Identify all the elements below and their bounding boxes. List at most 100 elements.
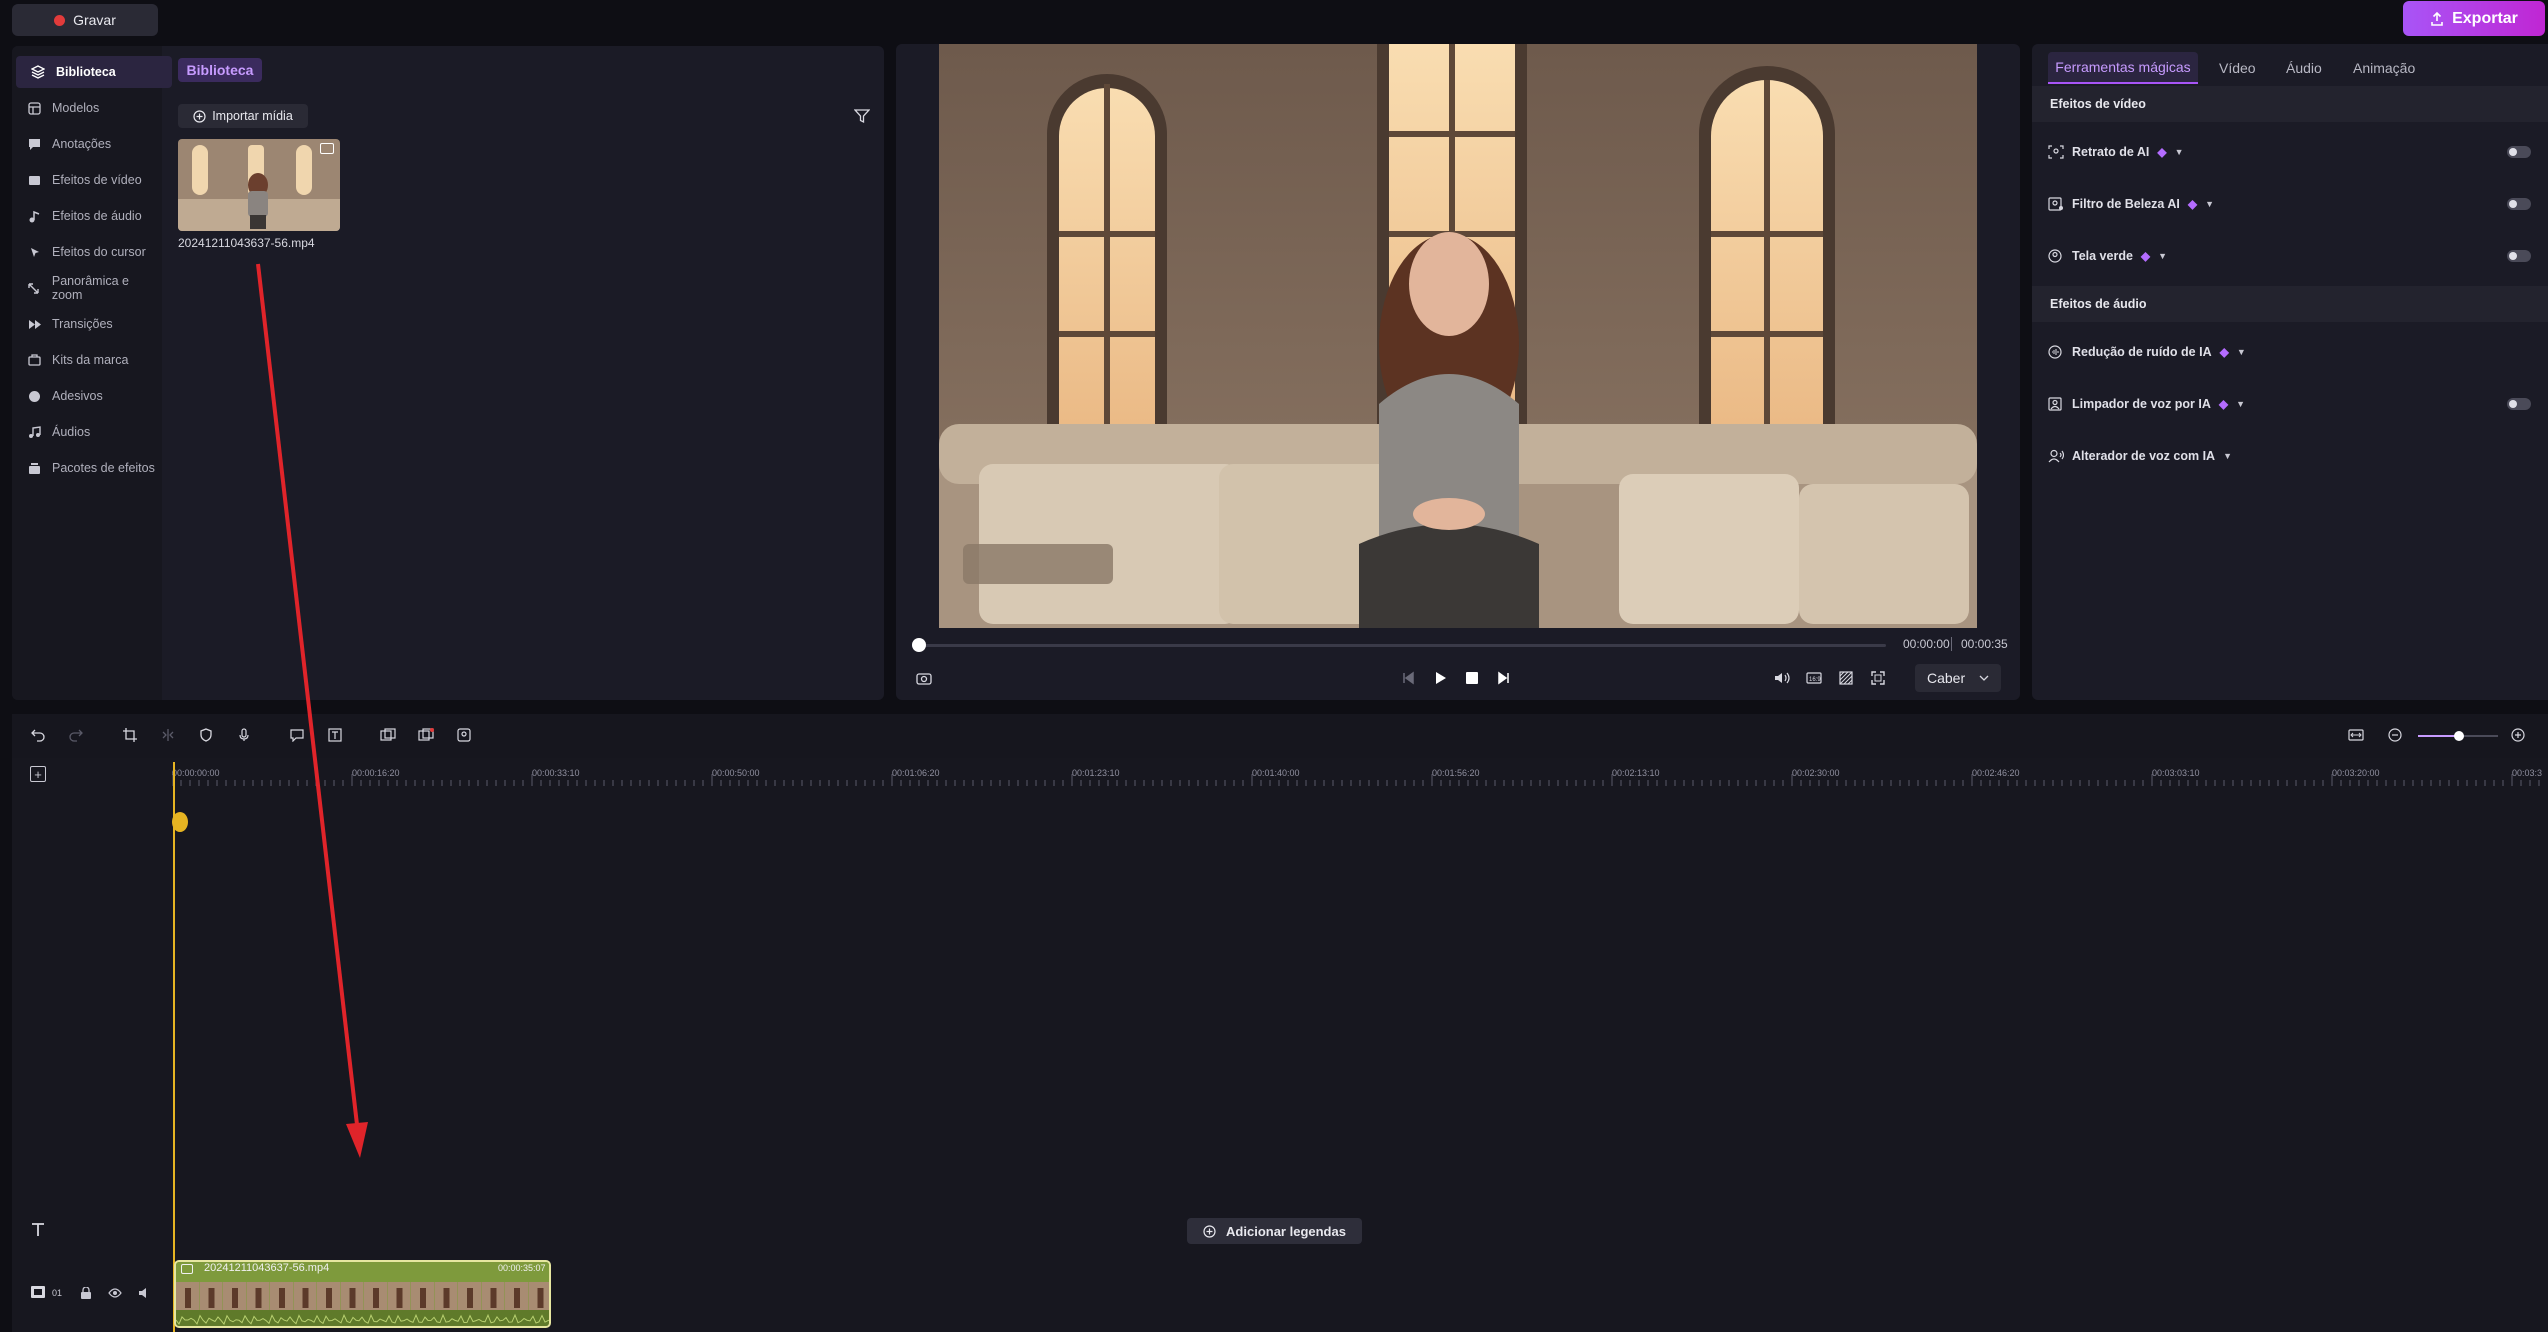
tab-library[interactable]: Biblioteca [178, 58, 262, 82]
text-track-icon [30, 1222, 50, 1242]
comment-icon[interactable] [287, 725, 307, 745]
undo-icon[interactable] [28, 725, 48, 745]
total-time: 00:00:35 [1961, 637, 2008, 651]
ruler-label: 00:01:56:20 [1432, 768, 1480, 778]
text-box-icon[interactable] [325, 725, 345, 745]
premium-gem-icon: ◆ [2157, 145, 2167, 159]
sidebar-item-video-effects[interactable]: Efeitos de vídeo [12, 164, 162, 196]
sidebar-item-templates[interactable]: Modelos [12, 92, 162, 124]
feature-ai-portrait[interactable]: Retrato de AI ◆ ▼ [2048, 138, 2183, 166]
sidebar-item-annotations[interactable]: Anotações [12, 128, 162, 160]
clip-frame-figure [232, 1288, 238, 1308]
fullscreen-icon[interactable] [1868, 668, 1888, 688]
playhead-marker[interactable] [172, 812, 188, 832]
export-button[interactable]: Exportar [2403, 1, 2545, 36]
fit-timeline-icon[interactable] [2346, 725, 2366, 745]
beauty-filter-toggle[interactable] [2507, 198, 2531, 210]
sidebar-item-audio-effects[interactable]: Efeitos de áudio [12, 200, 162, 232]
brand-kit-icon [26, 352, 42, 368]
clip-frame-figure [185, 1288, 191, 1308]
playhead[interactable] [173, 762, 175, 1332]
caret-down-icon[interactable]: ▼ [2205, 199, 2214, 209]
media-file-name: 20241211043637-56.mp4 [178, 236, 315, 250]
crop-icon[interactable] [120, 725, 140, 745]
clip-frame-figure [373, 1288, 379, 1308]
freeze-frame-icon[interactable] [378, 725, 398, 745]
zoom-slider-knob[interactable] [2454, 731, 2464, 741]
feature-ai-noise-reduction[interactable]: Redução de ruído de IA ◆ ▼ [2048, 338, 2246, 366]
playback-progress-knob[interactable] [912, 638, 926, 652]
caret-down-icon[interactable]: ▼ [2223, 451, 2232, 461]
add-captions-button[interactable]: Adicionar legendas [1187, 1218, 1362, 1244]
stop-icon[interactable] [1462, 668, 1482, 688]
sidebar-item-effects-packs[interactable]: Pacotes de efeitos [12, 452, 162, 484]
ruler-label: 00:02:30:00 [1792, 768, 1840, 778]
ai-avatar-icon[interactable] [454, 725, 474, 745]
sidebar-item-label: Transições [52, 317, 113, 331]
sidebar-item-stickers[interactable]: Adesivos [12, 380, 162, 412]
ai-portrait-toggle[interactable] [2507, 146, 2531, 158]
video-track-icon [30, 1285, 48, 1301]
sidebar-item-library[interactable]: Biblioteca [16, 56, 172, 88]
feature-ai-voice-cleaner[interactable]: Limpador de voz por IA ◆ ▼ [2048, 390, 2245, 418]
voice-cleaner-toggle[interactable] [2507, 398, 2531, 410]
lock-icon[interactable] [80, 1287, 94, 1301]
video-preview[interactable] [939, 44, 1977, 628]
clip-frame-figure [349, 1288, 356, 1308]
caret-down-icon[interactable]: ▼ [2236, 399, 2245, 409]
tab-video[interactable]: Vídeo [2219, 60, 2256, 76]
redo-icon[interactable] [66, 725, 86, 745]
feature-green-screen[interactable]: Tela verde ◆ ▼ [2048, 242, 2167, 270]
import-media-button[interactable]: Importar mídia [178, 104, 308, 128]
media-thumbnail[interactable] [178, 139, 340, 231]
shield-icon[interactable] [196, 725, 216, 745]
video-effects-icon [26, 172, 42, 188]
video-type-icon [320, 143, 334, 154]
green-screen-icon [2048, 249, 2064, 263]
caret-down-icon[interactable]: ▼ [2237, 347, 2246, 357]
playback-progress-track[interactable] [916, 644, 1886, 647]
volume-icon[interactable] [1772, 668, 1792, 688]
split-icon[interactable] [158, 725, 178, 745]
tab-animation[interactable]: Animação [2353, 60, 2415, 76]
effects-pack-icon [26, 460, 42, 476]
zoom-in-icon[interactable] [2508, 725, 2528, 745]
mute-icon[interactable] [138, 1287, 152, 1301]
caret-down-icon[interactable]: ▼ [2175, 147, 2184, 157]
sidebar-item-transitions[interactable]: Transições [12, 308, 162, 340]
aspect-ratio-icon[interactable]: 16:9 [1804, 668, 1824, 688]
sidebar-item-label: Efeitos de vídeo [52, 173, 142, 187]
tab-magic-tools[interactable]: Ferramentas mágicas [2048, 52, 2198, 84]
clip-frame-figure [490, 1288, 497, 1308]
feature-ai-voice-changer[interactable]: Alterador de voz com IA ▼ [2048, 442, 2232, 470]
skip-back-icon[interactable] [1398, 668, 1418, 688]
sidebar-item-label: Kits da marca [52, 353, 129, 367]
add-track-icon[interactable]: + [30, 766, 46, 782]
sidebar-item-audios[interactable]: Áudios [12, 416, 162, 448]
safe-zone-icon[interactable] [1836, 668, 1856, 688]
snapshot-camera-icon[interactable] [914, 668, 934, 688]
sidebar-item-pan-zoom[interactable]: Panorâmica e zoom [12, 272, 162, 304]
sidebar-item-cursor-effects[interactable]: Efeitos do cursor [12, 236, 162, 268]
eye-icon[interactable] [108, 1287, 122, 1301]
caret-down-icon[interactable]: ▼ [2158, 251, 2167, 261]
microphone-icon[interactable] [234, 725, 254, 745]
play-icon[interactable] [1430, 668, 1450, 688]
timeline-area[interactable] [12, 758, 2548, 1332]
green-screen-toggle[interactable] [2507, 250, 2531, 262]
template-icon [26, 100, 42, 116]
clip-frame-figure [326, 1288, 332, 1308]
plus-circle-icon [1203, 1224, 1216, 1238]
filter-icon[interactable] [854, 108, 872, 126]
zoom-out-icon[interactable] [2385, 725, 2405, 745]
skip-forward-icon[interactable] [1494, 668, 1514, 688]
tab-audio[interactable]: Áudio [2286, 60, 2322, 76]
ruler-label: 00:01:23:10 [1072, 768, 1120, 778]
zoom-icon [26, 280, 42, 296]
clip-frame-figure [537, 1288, 544, 1308]
record-button[interactable]: Gravar [12, 4, 158, 36]
zoom-fit-select[interactable]: Caber [1915, 664, 2001, 692]
multi-clip-icon[interactable] [416, 725, 436, 745]
feature-ai-beauty-filter[interactable]: Filtro de Beleza AI ◆ ▼ [2048, 190, 2214, 218]
sidebar-item-brand-kits[interactable]: Kits da marca [12, 344, 162, 376]
